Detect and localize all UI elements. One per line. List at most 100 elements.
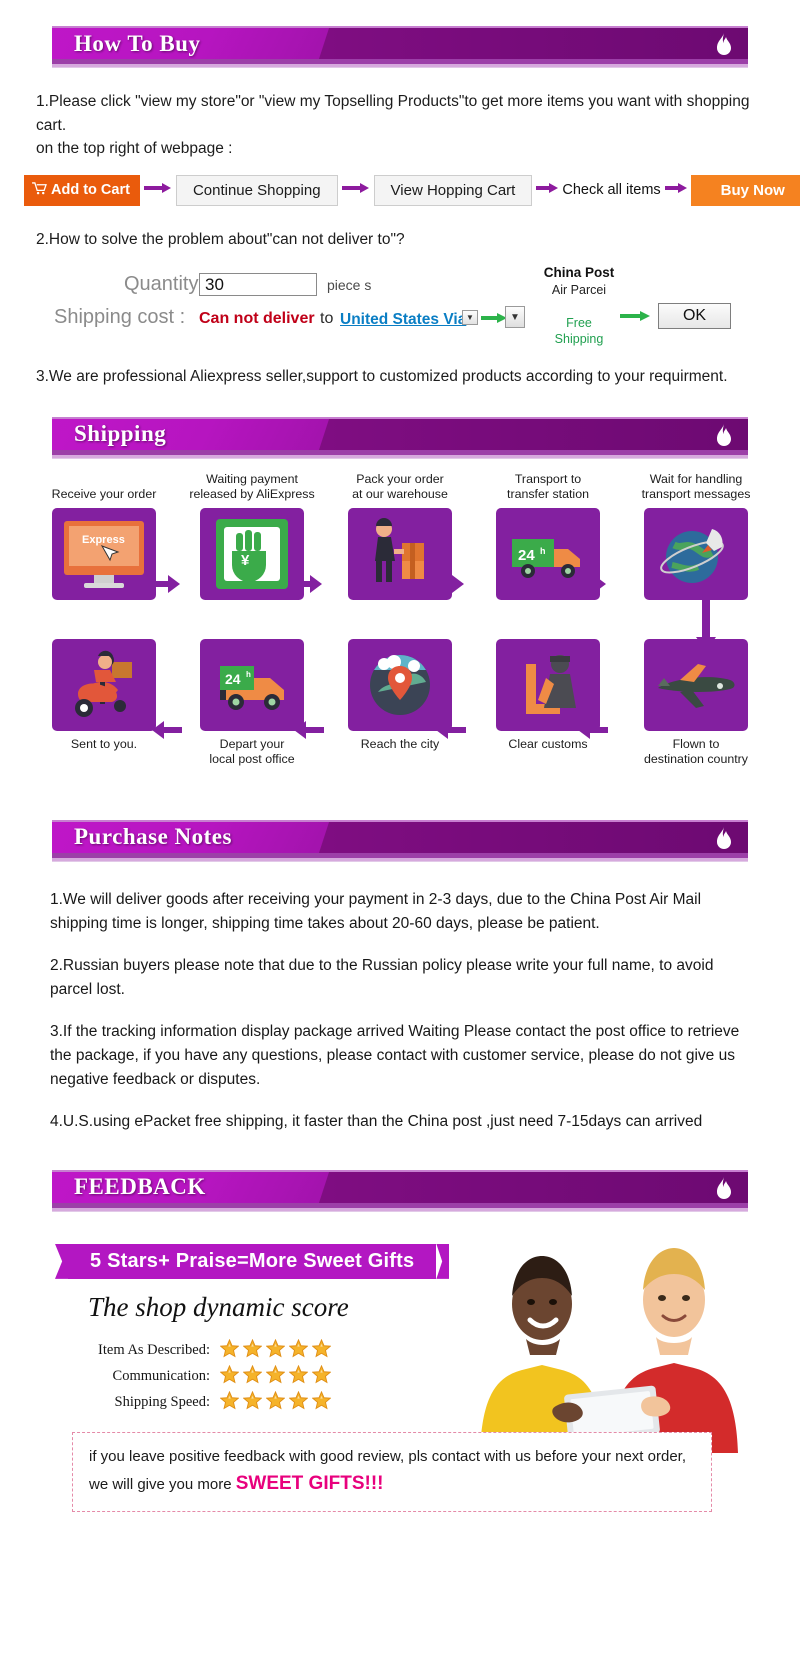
country-link[interactable]: United States Via <box>340 311 466 329</box>
shipping-step-caption: Transport to transfer station <box>507 471 589 502</box>
truck-24h-icon: 24 h <box>496 507 600 600</box>
flame-icon <box>714 33 734 59</box>
check-all-items-label: Check all items <box>562 182 661 199</box>
section-title-shipping: Shipping <box>74 421 167 447</box>
quantity-input[interactable]: 30 <box>199 273 317 297</box>
promo-line-1: if you leave positive feedback with good… <box>89 1447 686 1465</box>
country-dropdown-small[interactable]: ▼ <box>462 310 478 326</box>
star-icon <box>265 1364 286 1389</box>
arrow-right-icon <box>536 181 559 200</box>
purchase-note-4: 4.U.S.using ePacket free shipping, it fa… <box>50 1112 703 1130</box>
quantity-label: Quantity : <box>124 273 210 296</box>
section-title-purchase-notes: Purchase Notes <box>74 824 232 850</box>
star-icon <box>219 1364 240 1389</box>
shipping-step: Pack your order at our warehouse <box>336 471 464 600</box>
score-row: Communication: <box>84 1364 332 1390</box>
score-label: Item As Described: <box>98 1342 210 1359</box>
svg-text:h: h <box>246 670 251 679</box>
arrow-right-green-icon <box>620 309 650 328</box>
score-label: Communication: <box>112 1368 210 1385</box>
promo-prefix: we will give you more <box>89 1475 236 1493</box>
section-title-feedback: FEEDBACK <box>74 1174 206 1200</box>
star-rating <box>219 1364 332 1389</box>
shipping-step-caption: Reach the city <box>360 736 440 751</box>
add-to-cart-button[interactable]: Add to Cart <box>24 174 140 206</box>
scooter-courier-icon <box>52 638 156 731</box>
shipping-step: Flown to destination country <box>632 634 760 768</box>
van-24h-icon: 24 h <box>200 638 304 731</box>
banner-underline <box>52 454 748 459</box>
arrow-right-icon <box>341 181 370 200</box>
ok-button[interactable]: OK <box>658 303 731 330</box>
shipping-step: Reach the city <box>336 634 464 753</box>
purchase-note-1: 1.We will deliver goods after receiving … <box>50 890 702 932</box>
shipping-step-caption: Wait for handling transport messages <box>641 471 751 502</box>
star-icon <box>288 1338 309 1363</box>
section-banner-feedback: FEEDBACK <box>52 1169 748 1208</box>
star-icon <box>242 1338 263 1363</box>
banner-underline <box>52 64 748 68</box>
shipping-step: Transport to transfer station 24 h <box>484 471 612 600</box>
city-pin-icon <box>348 638 452 731</box>
svg-text:24: 24 <box>518 547 535 564</box>
section-banner-shipping: Shipping <box>52 416 748 455</box>
purchase-notes-list: 1.We will deliver goods after receiving … <box>0 862 800 1134</box>
sweet-gifts-highlight: SWEET GIFTS!!! <box>235 1472 384 1494</box>
shipping-calculator-mock: Quantity : 30 piece s Shipping cost : Ca… <box>0 265 800 363</box>
shipping-step: 24 h Depart your local post office <box>188 634 316 768</box>
how-to-buy-step2: 2.How to solve the problem about"can not… <box>36 230 405 248</box>
shipping-step: Waiting payment released by AliExpress ¥ <box>188 471 316 600</box>
globe-rocket-icon <box>644 507 748 600</box>
buy-now-button[interactable]: Buy Now <box>690 174 800 206</box>
feedback-area: 5 Stars+ Praise=More Sweet Gifts The sho… <box>0 1230 800 1513</box>
flame-icon <box>714 423 734 450</box>
how-to-buy-step3: 3.We are professional Aliexpress seller,… <box>36 368 728 386</box>
flame-icon <box>714 826 734 853</box>
section-banner-how-to-buy: How To Buy <box>52 26 748 64</box>
shipping-word: Shipping <box>554 332 604 347</box>
cart-icon <box>32 181 47 199</box>
carrier-sub: Air Parcei <box>551 283 607 298</box>
view-shopping-cart-button[interactable]: View Hopping Cart <box>373 174 533 206</box>
product-description-page: How To Buy 1.Please click "view my store… <box>0 0 800 1550</box>
carrier-name: China Post <box>543 265 615 281</box>
to-word: to <box>320 310 334 328</box>
shipping-step-caption: Receive your order <box>51 487 157 502</box>
shipping-flow: Receive your order Express Waiting payme… <box>0 471 800 768</box>
continue-shopping-button[interactable]: Continue Shopping <box>175 174 338 206</box>
how-to-buy-step1: 1.Please click "view my store"or "view m… <box>36 93 750 134</box>
free-shipping-text: Free Shipping <box>535 315 623 348</box>
arrow-right-green-icon <box>481 311 507 330</box>
banner-underline <box>52 1207 748 1212</box>
shipping-step: Wait for handling transport messages <box>632 471 760 600</box>
star-icon <box>311 1364 332 1389</box>
how-to-buy-step1b: on the top right of webpage : <box>36 140 233 158</box>
score-label: Shipping Speed: <box>114 1394 210 1411</box>
arrow-right-icon <box>143 181 172 200</box>
svg-text:24: 24 <box>225 671 241 687</box>
star-icon <box>242 1390 263 1415</box>
shipping-step-caption: Flown to destination country <box>643 736 748 767</box>
promo-box: if you leave positive feedback with good… <box>72 1431 712 1513</box>
svg-text:¥: ¥ <box>241 552 250 569</box>
star-icon <box>288 1390 309 1415</box>
star-icon <box>242 1364 263 1389</box>
star-icon <box>311 1338 332 1363</box>
cannot-deliver-text: Can not deliver <box>199 310 315 328</box>
promo-line-2: we will give you more SWEET GIFTS!!! <box>89 1469 695 1499</box>
star-rating <box>219 1390 332 1415</box>
score-rows: Item As Described: Communication: Shippi… <box>84 1338 332 1416</box>
star-icon <box>219 1390 240 1415</box>
section-title-how-to-buy: How To Buy <box>74 30 201 56</box>
star-icon <box>219 1338 240 1363</box>
shipping-row-bottom: Sent to you. 24 h Depart your local post… <box>40 634 760 768</box>
purchase-note-3: 3.If the tracking information display pa… <box>50 1022 740 1088</box>
airplane-icon <box>644 638 748 731</box>
shipping-step-caption: Pack your order at our warehouse <box>352 471 448 502</box>
customs-officer-icon <box>496 638 600 731</box>
shipping-cost-label: Shipping cost : <box>54 306 186 329</box>
praise-ribbon: 5 Stars+ Praise=More Sweet Gifts <box>68 1243 437 1279</box>
shipping-step: Receive your order Express <box>40 471 168 600</box>
section-banner-purchase-notes: Purchase Notes <box>52 819 748 858</box>
shipping-method-dropdown[interactable]: ▼ <box>505 306 525 329</box>
